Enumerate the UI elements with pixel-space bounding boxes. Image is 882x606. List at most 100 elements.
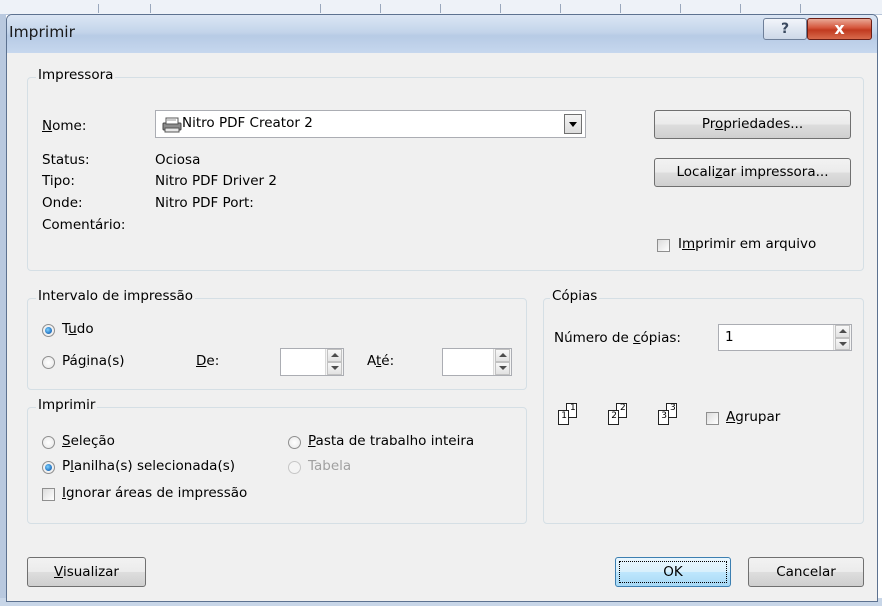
from-label: De: xyxy=(196,353,219,369)
print-range-group: Intervalo de impressão Tudo Página(s) De… xyxy=(27,288,527,390)
to-label: Até: xyxy=(367,353,394,369)
copies-count-label: Número de cópias: xyxy=(554,330,681,346)
ptf-b: primir em arquivo xyxy=(695,236,817,252)
table-radio[interactable] xyxy=(288,461,301,474)
comment-label: Comentário: xyxy=(42,217,126,233)
grid-tick xyxy=(150,4,151,13)
table-label: Tabela xyxy=(308,458,352,474)
type-value: Nitro PDF Driver 2 xyxy=(155,173,277,189)
type-label: Tipo: xyxy=(42,173,75,189)
find-printer-button[interactable]: Localizar impressora... xyxy=(654,158,851,187)
sheets-a: P xyxy=(62,458,71,474)
background-app-strip xyxy=(0,0,882,15)
page-number: 1 xyxy=(561,411,567,421)
cancel-label: Cancelar xyxy=(776,564,836,580)
copies-spin-up-button[interactable] xyxy=(835,325,850,338)
arrow-down-icon xyxy=(839,341,847,346)
help-icon: ? xyxy=(780,21,790,37)
copies-spin xyxy=(833,325,851,350)
status-label: Status: xyxy=(42,152,90,168)
copies-accel: c xyxy=(633,330,641,346)
preview-b: isualizar xyxy=(62,564,119,580)
arrow-up-icon xyxy=(499,353,507,357)
selection-b: eleção xyxy=(70,433,115,449)
grid-tick xyxy=(98,4,99,13)
workbook-accel: P xyxy=(308,433,316,449)
sheets-b: anilha(s) selecionada(s) xyxy=(73,458,236,474)
grid-tick xyxy=(440,4,441,13)
pages-a: Pá xyxy=(62,353,78,369)
cancel-button[interactable]: Cancelar xyxy=(748,557,864,587)
from-page-spinner[interactable] xyxy=(280,348,344,376)
grid-tick xyxy=(560,4,561,13)
collate-icon-3: 3 3 xyxy=(658,403,686,433)
range-all-radio[interactable] xyxy=(42,324,55,337)
collate-icon-1: 1 1 xyxy=(558,403,586,433)
collate-accel: A xyxy=(726,409,736,425)
collate-b: grupar xyxy=(735,409,781,425)
print-to-file-label[interactable]: Imprimir em arquivo xyxy=(678,236,816,252)
from-spin-up-button[interactable] xyxy=(327,349,342,362)
selected-sheets-label[interactable]: Planilha(s) selecionada(s) xyxy=(62,458,235,474)
printer-icon xyxy=(162,117,182,133)
copies-b: ópias: xyxy=(640,330,681,346)
preview-button[interactable]: Visualizar xyxy=(27,557,146,587)
print-range-legend: Intervalo de impressão xyxy=(36,288,196,304)
selected-sheets-radio[interactable] xyxy=(42,461,55,474)
page-icon: 1 xyxy=(558,410,569,425)
to-spin-up-button[interactable] xyxy=(495,349,510,362)
page-number: 3 xyxy=(661,411,667,421)
grid-tick xyxy=(320,4,321,13)
grid-tick xyxy=(620,4,621,13)
help-button[interactable]: ? xyxy=(763,18,807,40)
dropdown-button[interactable] xyxy=(564,114,582,134)
page-number: 1 xyxy=(570,403,576,413)
selection-radio[interactable] xyxy=(42,436,55,449)
copies-count-spinner[interactable]: 1 xyxy=(718,324,852,351)
ok-button[interactable]: OK xyxy=(615,557,731,587)
selection-label[interactable]: Seleção xyxy=(62,433,115,449)
entire-workbook-radio[interactable] xyxy=(288,436,301,449)
printer-group: Impressora Nome: Nitro PDF Creator 2 Sta… xyxy=(27,67,864,271)
ignore-b: gnorar áreas de impressão xyxy=(65,485,248,501)
to-spin-down-button[interactable] xyxy=(495,362,510,375)
print-to-file-checkbox[interactable] xyxy=(657,239,670,252)
find-label-b: ar impressora... xyxy=(722,164,829,180)
grid-tick xyxy=(380,4,381,13)
preview-accel: V xyxy=(54,564,63,580)
status-value: Ociosa xyxy=(155,152,201,168)
from-spin-down-button[interactable] xyxy=(327,362,342,375)
to-b: é: xyxy=(381,353,395,369)
to-spin xyxy=(493,349,511,375)
selection-accel: S xyxy=(62,433,71,449)
page-icon: 2 xyxy=(608,410,619,425)
copies-count-value: 1 xyxy=(725,329,734,345)
all-b: do xyxy=(76,321,94,337)
properties-button[interactable]: Propriedades... xyxy=(654,110,851,139)
collate-checkbox[interactable] xyxy=(706,412,719,425)
printer-name-select[interactable]: Nitro PDF Creator 2 xyxy=(155,110,586,138)
printer-name-label-text: ome: xyxy=(52,118,87,134)
pages-b: ina(s) xyxy=(86,353,125,369)
copies-spin-down-button[interactable] xyxy=(835,337,850,350)
ignore-print-areas-checkbox[interactable] xyxy=(42,488,55,501)
from-spin xyxy=(325,349,343,375)
find-label-a: Locali xyxy=(676,164,716,180)
close-button[interactable]: x xyxy=(807,18,872,40)
to-page-spinner[interactable] xyxy=(442,348,512,376)
range-pages-label[interactable]: Página(s) xyxy=(62,353,125,369)
collate-label[interactable]: Agrupar xyxy=(726,409,780,425)
from-accel: D xyxy=(196,353,207,369)
printer-name-label: Nome: xyxy=(42,118,86,134)
dialog-title: Imprimir xyxy=(9,23,75,41)
where-label: Onde: xyxy=(42,195,83,211)
title-bar[interactable]: Imprimir ? x xyxy=(7,15,877,53)
range-pages-radio[interactable] xyxy=(42,356,55,369)
range-all-label[interactable]: Tudo xyxy=(62,321,94,337)
from-b: e: xyxy=(206,353,220,369)
entire-workbook-label[interactable]: Pasta de trabalho inteira xyxy=(308,433,474,449)
copies-group: Cópias Número de cópias: 1 1 1 2 2 3 3 A… xyxy=(543,288,864,524)
ignore-print-areas-label[interactable]: Ignorar áreas de impressão xyxy=(62,485,247,501)
where-value: Nitro PDF Port: xyxy=(155,195,254,211)
workbook-b: asta de trabalho inteira xyxy=(315,433,475,449)
